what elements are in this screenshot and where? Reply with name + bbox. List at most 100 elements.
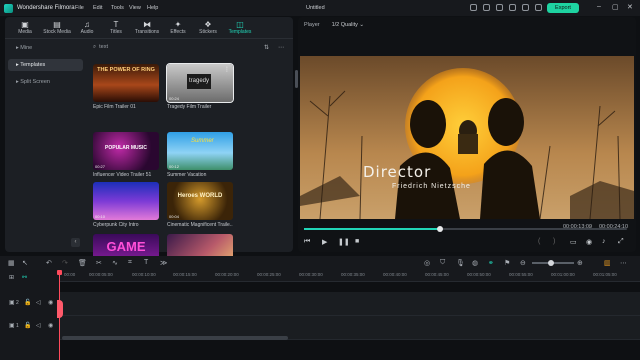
visibility-icon[interactable]: ◉ <box>48 322 53 329</box>
tab-templates[interactable]: ◫ Templates <box>223 17 257 38</box>
grid-icon[interactable]: ▥ <box>604 259 611 267</box>
zoom-slider[interactable] <box>532 260 574 266</box>
playhead[interactable] <box>57 270 63 360</box>
menu-file[interactable]: File <box>75 5 93 11</box>
quality-select[interactable]: 1/2 Quality ⌄ <box>332 22 364 28</box>
template-title: Epic Film Trailer 01 <box>93 104 136 110</box>
tab-stock-media[interactable]: ▤ Stock Media <box>41 17 73 38</box>
template-thumbnail: tragedy 00:24 ⋮ <box>166 63 234 103</box>
search-input[interactable]: ⌕ text <box>93 42 263 53</box>
template-card[interactable]: POPULAR MUSIC 00:27 Influencer Video Tra… <box>93 132 159 178</box>
add-track-icon[interactable]: ⊞ <box>9 274 14 281</box>
lock-icon[interactable]: 🔓 <box>24 322 31 329</box>
pause-icon[interactable]: ❚❚ <box>338 238 350 246</box>
template-title: Cyberpunk City Intro <box>93 222 139 228</box>
marker-icon[interactable]: ⚑ <box>504 259 510 267</box>
export-button[interactable]: Export <box>547 3 579 13</box>
effects-icon: ✦ <box>174 20 182 29</box>
fullscreen-icon[interactable]: ⤢ <box>618 238 624 246</box>
stock-media-icon: ▤ <box>53 20 61 29</box>
sidebar-item-split-screen[interactable]: ▸ Split Screen <box>8 76 83 88</box>
template-card[interactable]: 00:10 Cyberpunk City Intro <box>93 182 159 228</box>
tab-titles[interactable]: T Titles <box>101 17 131 38</box>
mark-out-icon[interactable]: ) <box>553 238 555 245</box>
mute-icon[interactable]: ◁ <box>36 299 41 306</box>
sidebar-item-templates[interactable]: ▸ Templates <box>8 59 83 71</box>
zoom-knob[interactable] <box>548 260 554 266</box>
ai-icon[interactable]: ◍ <box>472 259 478 267</box>
template-card[interactable]: Summer 00:12 Summer Vacation <box>167 132 233 178</box>
timeline-scrollbar[interactable] <box>62 336 288 340</box>
zoom-in-icon[interactable]: ⊕ <box>577 259 583 267</box>
snapshot-icon[interactable]: ◉ <box>586 238 592 246</box>
save-icon[interactable] <box>509 4 516 11</box>
tab-transitions[interactable]: ⧓ Transitions <box>131 17 163 38</box>
menu-help[interactable]: Help <box>147 5 165 11</box>
more-icon[interactable]: ⋯ <box>620 259 627 267</box>
mark-in-icon[interactable]: ( <box>538 238 540 245</box>
close-icon[interactable]: ✕ <box>627 3 633 11</box>
text-icon[interactable]: T <box>144 259 148 266</box>
zoom-out-icon[interactable]: ⊖ <box>520 259 526 267</box>
transitions-icon: ⧓ <box>143 20 151 29</box>
gift-icon[interactable] <box>496 4 503 11</box>
snap-icon[interactable]: ⚭ <box>488 259 494 267</box>
template-card[interactable]: THE POWER OF RING Epic Film Trailer 01 <box>93 64 159 110</box>
menu-edit[interactable]: Edit <box>93 5 111 11</box>
display-icon[interactable]: ▭ <box>570 238 577 246</box>
playhead-marker <box>57 300 63 318</box>
mic-icon[interactable]: 🎙 <box>456 259 465 267</box>
play-icon[interactable]: ▶ <box>322 238 327 246</box>
more-tools-icon[interactable]: ≫ <box>160 259 167 267</box>
maximize-icon[interactable]: ▢ <box>612 3 619 11</box>
total-time: 00:00:24:10 <box>599 224 629 230</box>
more-icon[interactable]: ⋯ <box>278 44 284 51</box>
prev-frame-icon[interactable]: ⏮ <box>304 238 310 246</box>
timeline-track-2[interactable] <box>60 292 640 316</box>
select-tool-icon[interactable]: ↖ <box>22 259 28 267</box>
mute-icon[interactable]: ◁ <box>36 322 41 329</box>
crop-icon[interactable]: ⌗ <box>128 259 132 267</box>
feedback-icon[interactable] <box>470 4 477 11</box>
cloud-icon[interactable] <box>483 4 490 11</box>
volume-icon[interactable]: ♪ <box>602 238 606 245</box>
layout-icon[interactable]: ▦ <box>8 259 15 267</box>
playhead-handle[interactable] <box>57 270 62 275</box>
menu-view[interactable]: View <box>129 5 147 11</box>
collapse-sidebar-button[interactable]: ‹ <box>71 238 80 247</box>
tab-media[interactable]: ▣ Media <box>9 17 41 38</box>
link-icon[interactable]: ⚯ <box>22 274 27 281</box>
undo-icon[interactable]: ↶ <box>46 259 52 267</box>
menu-tools[interactable]: Tools <box>111 5 129 11</box>
layout-icon[interactable] <box>522 4 529 11</box>
more-icon[interactable]: ⋮ <box>224 66 230 73</box>
stop-icon[interactable]: ■ <box>355 238 359 245</box>
shield-icon[interactable]: ⛉ <box>440 259 445 267</box>
track-header-2: ▣ 2 🔓 ◁ ◉ <box>9 299 54 306</box>
progress-knob[interactable] <box>436 226 443 232</box>
tab-audio[interactable]: ♫ Audio <box>73 17 101 38</box>
delete-icon[interactable]: 🗑 <box>78 259 87 267</box>
templates-icon: ◫ <box>236 20 244 29</box>
template-card[interactable]: tragedy 00:24 ⋮ Tragedy Film Trailer <box>166 63 234 110</box>
render-icon[interactable]: ◎ <box>424 259 430 267</box>
split-icon[interactable]: ✂ <box>96 259 102 267</box>
track-type-icon: ▣ <box>9 300 15 306</box>
current-time: 00:00:13:09 <box>563 224 593 230</box>
redo-icon[interactable]: ↷ <box>62 259 68 267</box>
template-thumbnail: Heroes WORLD 00:04 <box>167 182 233 220</box>
minimize-icon[interactable]: – <box>597 3 601 10</box>
template-card[interactable]: Heroes WORLD 00:04 Cinematic Magnificent… <box>167 182 233 228</box>
account-icon[interactable] <box>535 4 542 11</box>
media-tabs: ▣ Media ▤ Stock Media ♫ Audio T Titles ⧓ Tran… <box>5 17 293 39</box>
tab-effects[interactable]: ✦ Effects <box>163 17 193 38</box>
sidebar-item-mine[interactable]: ▸ Mine <box>8 42 83 54</box>
template-title: Tragedy Film Trailer <box>167 104 212 110</box>
timeline-ruler[interactable]: 00:00 00:00:05:00 00:00:10:00 00:00:15:0… <box>60 270 640 282</box>
tab-stickers[interactable]: ❖ Stickers <box>193 17 223 38</box>
visibility-icon[interactable]: ◉ <box>48 299 53 306</box>
audio-split-icon[interactable]: ∿ <box>112 259 118 267</box>
filter-icon[interactable]: ⇅ <box>264 44 269 51</box>
progress-fill <box>304 228 440 230</box>
lock-icon[interactable]: 🔓 <box>24 299 31 306</box>
